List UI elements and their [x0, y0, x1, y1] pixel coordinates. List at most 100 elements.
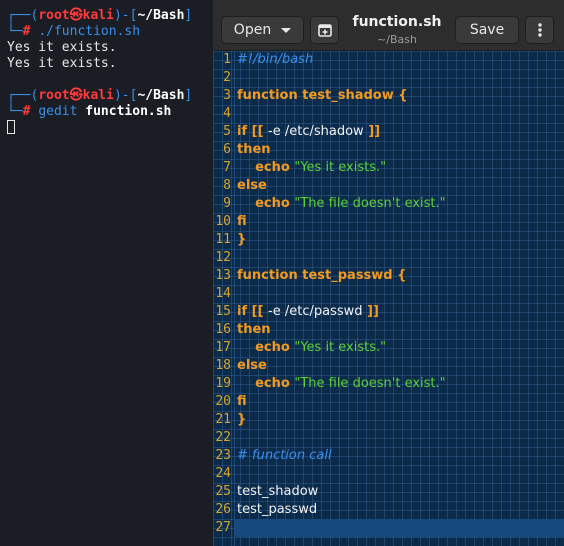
command-text: gedit — [38, 104, 78, 119]
code-line: } — [237, 411, 246, 429]
prompt-host: kali — [82, 88, 114, 103]
line-number: 20 — [215, 394, 231, 409]
code-token: ]] — [362, 304, 379, 319]
vertical-ellipsis-icon — [537, 23, 542, 37]
code-line: then — [237, 321, 271, 339]
code-line: if [[ -e /etc/passwd ]] — [237, 303, 379, 321]
line-number: 17 — [215, 340, 231, 355]
code-token: function test_shadow { — [237, 88, 408, 103]
line-number: 27 — [215, 520, 231, 535]
code-token: then — [237, 322, 271, 337]
code-line: # function call — [237, 447, 332, 465]
terminal-window[interactable]: ┌──(root㉿kali)-[~/Bash] └─# ./function.s… — [0, 0, 213, 546]
line-number: 6 — [223, 142, 231, 157]
line-number: 19 — [215, 376, 231, 391]
code-line: else — [237, 357, 267, 375]
save-button[interactable]: Save — [455, 16, 519, 44]
prompt-at-symbol: ㉿ — [69, 88, 83, 103]
prompt-host: kali — [82, 8, 114, 23]
code-token: echo — [237, 376, 295, 391]
menu-button[interactable] — [525, 16, 554, 44]
line-number: 9 — [223, 196, 231, 211]
line-number: 11 — [215, 232, 231, 247]
prompt-line-2: ┌──(root㉿kali)-[~/Bash] — [7, 88, 193, 103]
code-token: test_passwd — [237, 502, 318, 517]
window-title: function.sh — [352, 14, 442, 30]
line-number: 7 — [223, 160, 231, 175]
command-argument: function.sh — [85, 104, 172, 119]
chevron-down-icon — [281, 27, 292, 33]
line-number: 14 — [215, 286, 231, 301]
code-token: fi — [237, 394, 247, 409]
code-token: #!/bin/bash — [237, 52, 314, 67]
code-line: echo "Yes it exists." — [237, 159, 386, 177]
output-line: Yes it exists. — [7, 56, 117, 71]
line-number: 15 — [215, 304, 231, 319]
code-token: "Yes it exists." — [294, 340, 387, 355]
line-number: 22 — [215, 430, 231, 445]
line-number: 2 — [223, 70, 231, 85]
terminal-cursor-line — [7, 120, 15, 137]
code-token: "The file doesn't exist." — [294, 376, 446, 391]
code-token: else — [237, 358, 267, 373]
code-token: then — [237, 142, 271, 157]
new-tab-button[interactable] — [310, 16, 339, 44]
code-line: echo "The file doesn't exist." — [237, 195, 446, 213]
open-button[interactable]: Open — [221, 16, 304, 44]
prompt-directory: ~/Bash — [137, 88, 185, 103]
code-editor[interactable]: 1 #!/bin/bash 2 3 function test_shadow {4 5 if… — [213, 51, 564, 546]
code-token: -e /etc/passwd — [268, 304, 363, 319]
code-line: } — [237, 231, 246, 249]
line-number: 12 — [215, 250, 231, 265]
code-token: "Yes it exists." — [294, 160, 387, 175]
code-token: test_shadow — [237, 484, 319, 499]
code-line: if [[ -e /etc/shadow ]] — [237, 123, 380, 141]
gedit-window: Open function.sh ~/Bash Save 1 #!/bin/bas… — [213, 0, 564, 546]
code-line: test_passwd — [237, 501, 317, 519]
code-line: function test_shadow { — [237, 87, 408, 105]
command-line-1: └─# ./function.sh — [7, 24, 141, 39]
open-button-label: Open — [233, 22, 272, 38]
prompt-at-symbol: ㉿ — [69, 8, 83, 23]
prompt-directory: ~/Bash — [137, 8, 185, 23]
window-subtitle: ~/Bash — [377, 33, 417, 46]
line-number: 26 — [215, 502, 231, 517]
code-line: fi — [237, 393, 247, 411]
code-line: fi — [237, 213, 247, 231]
prompt-user: root — [38, 88, 70, 103]
line-number: 1 — [223, 52, 231, 67]
line-number: 24 — [215, 466, 231, 481]
current-line-highlight — [235, 519, 564, 537]
line-number: 21 — [215, 412, 231, 427]
code-line: #!/bin/bash — [237, 51, 313, 69]
code-token: "The file doesn't exist." — [294, 196, 446, 211]
code-token: echo — [237, 196, 295, 211]
code-token: if [[ — [237, 124, 269, 139]
line-number: 10 — [215, 214, 231, 229]
code-token: function test_passwd { — [237, 268, 407, 283]
code-token: ]] — [363, 124, 381, 139]
line-number: 25 — [215, 484, 231, 499]
code-token: fi — [237, 214, 247, 229]
header-bar: Open function.sh ~/Bash Save — [213, 0, 564, 51]
command-text: ./function.sh — [38, 24, 141, 39]
prompt-line-1: ┌──(root㉿kali)-[~/Bash] — [7, 8, 193, 23]
line-number: 16 — [215, 322, 231, 337]
code-line: function test_passwd { — [237, 267, 406, 285]
code-token: } — [237, 412, 247, 427]
line-number: 8 — [223, 178, 231, 193]
code-line: echo "The file doesn't exist." — [237, 375, 446, 393]
code-token: if [[ — [237, 304, 269, 319]
code-token: echo — [237, 340, 295, 355]
code-token: echo — [237, 160, 295, 175]
line-number: 13 — [215, 268, 231, 283]
line-number: 5 — [223, 124, 231, 139]
command-line-2: └─# gedit function.sh — [7, 104, 172, 119]
line-number: 23 — [215, 448, 231, 463]
terminal-cursor — [7, 120, 15, 134]
line-number: 3 — [223, 88, 231, 103]
code-token: # function call — [237, 448, 332, 463]
code-line: else — [237, 177, 267, 195]
code-line: then — [237, 141, 271, 159]
new-tab-icon — [317, 23, 332, 37]
